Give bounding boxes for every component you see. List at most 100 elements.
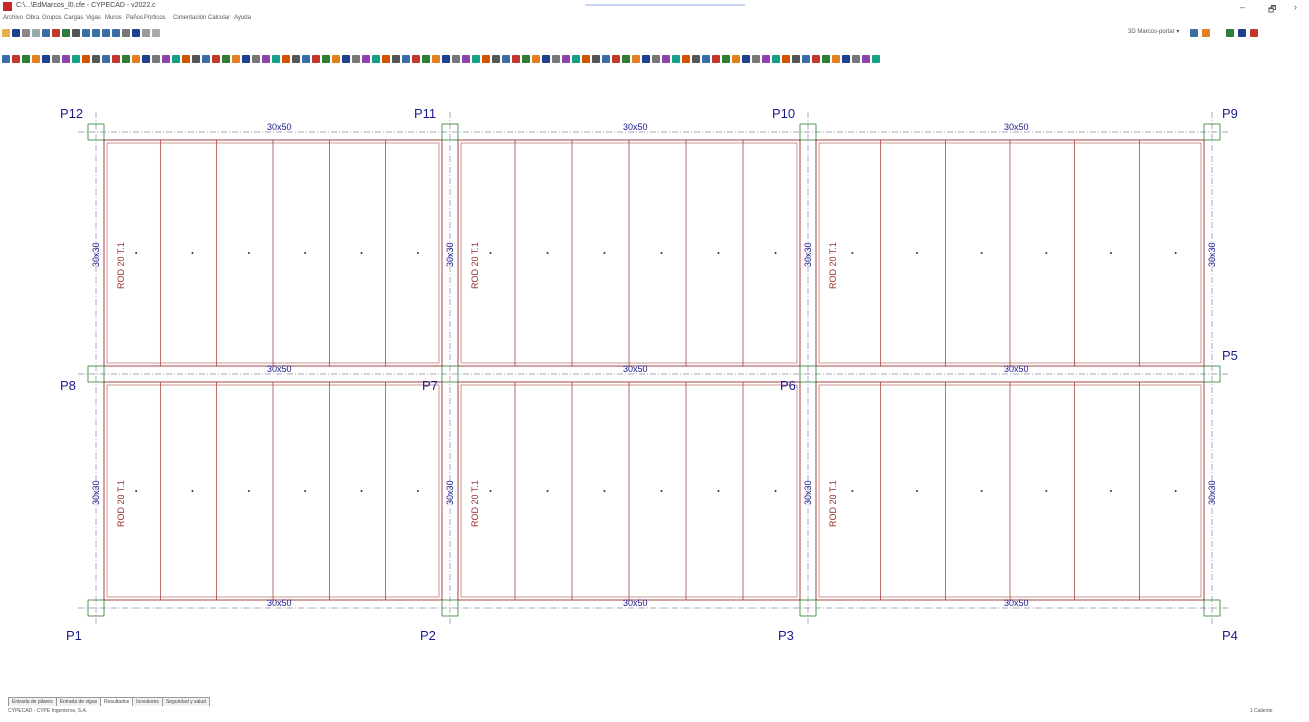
tool-icon[interactable] [32, 55, 40, 63]
tool-icon[interactable] [852, 55, 860, 63]
tool-icon[interactable] [422, 55, 430, 63]
tool-icon[interactable] [102, 55, 110, 63]
menu-obra[interactable]: Obra [26, 15, 39, 21]
render-icon[interactable] [1202, 29, 1210, 37]
layers-icon[interactable] [132, 29, 140, 37]
tool-icon[interactable] [272, 55, 280, 63]
tool-icon[interactable] [362, 55, 370, 63]
tool-icon[interactable] [792, 55, 800, 63]
pan-icon[interactable] [112, 29, 120, 37]
tool-icon[interactable] [342, 55, 350, 63]
arrow-up-icon[interactable] [62, 29, 70, 37]
tool-icon[interactable] [752, 55, 760, 63]
tool-icon[interactable] [692, 55, 700, 63]
tool-icon[interactable] [152, 55, 160, 63]
settings-icon[interactable] [1250, 29, 1258, 37]
menu-vigas[interactable]: Vigas [86, 15, 101, 21]
tool-icon[interactable] [672, 55, 680, 63]
tool-icon[interactable] [482, 55, 490, 63]
menu-cimentacion[interactable]: Cimentación [173, 15, 206, 21]
tool-icon[interactable] [462, 55, 470, 63]
tool-icon[interactable] [492, 55, 500, 63]
tab-entrada-vigas[interactable]: Entrada de vigas [55, 697, 102, 706]
menu-archivo[interactable]: Archivo [3, 15, 23, 21]
tool-icon[interactable] [222, 55, 230, 63]
tab-resultados[interactable]: Resultados [100, 697, 134, 706]
zoom-window-icon[interactable] [92, 29, 100, 37]
tool-icon[interactable] [372, 55, 380, 63]
tool-icon[interactable] [622, 55, 630, 63]
tool-icon[interactable] [192, 55, 200, 63]
tool-icon[interactable] [682, 55, 690, 63]
redo-icon[interactable] [32, 29, 40, 37]
tool-icon[interactable] [472, 55, 480, 63]
tool-icon[interactable] [382, 55, 390, 63]
tool-icon[interactable] [42, 55, 50, 63]
tool-icon[interactable] [132, 55, 140, 63]
tool-icon[interactable] [612, 55, 620, 63]
tool-icon[interactable] [702, 55, 710, 63]
tool-icon[interactable] [212, 55, 220, 63]
tool-icon[interactable] [662, 55, 670, 63]
tool-icon[interactable] [252, 55, 260, 63]
arrow-down-icon[interactable] [72, 29, 80, 37]
tool-icon[interactable] [142, 55, 150, 63]
refresh-icon[interactable] [122, 29, 130, 37]
tool-icon[interactable] [762, 55, 770, 63]
menu-muros[interactable]: Muros [105, 15, 122, 21]
tool-icon[interactable] [312, 55, 320, 63]
tool-icon[interactable] [822, 55, 830, 63]
tool-icon[interactable] [52, 55, 60, 63]
menu-porticos[interactable]: Pórticos [144, 15, 166, 21]
tool-icon[interactable] [242, 55, 250, 63]
options-icon[interactable] [1238, 29, 1246, 37]
tool-icon[interactable] [402, 55, 410, 63]
undo-icon[interactable] [22, 29, 30, 37]
tool-icon[interactable] [2, 55, 10, 63]
tool-icon[interactable] [82, 55, 90, 63]
view-select[interactable]: 3D Marcos-portar ▾ [1128, 28, 1179, 35]
tool-icon[interactable] [522, 55, 530, 63]
tool-icon[interactable] [552, 55, 560, 63]
tool-icon[interactable] [832, 55, 840, 63]
home-icon[interactable] [52, 29, 60, 37]
tool-icon[interactable] [712, 55, 720, 63]
more-button[interactable]: › [1294, 2, 1297, 12]
tool-icon[interactable] [92, 55, 100, 63]
tool-icon[interactable] [732, 55, 740, 63]
tool-icon[interactable] [802, 55, 810, 63]
tool-icon[interactable] [722, 55, 730, 63]
tool-icon[interactable] [12, 55, 20, 63]
tool-icon[interactable] [432, 55, 440, 63]
tool-icon[interactable] [112, 55, 120, 63]
tool-icon[interactable] [262, 55, 270, 63]
tool-icon[interactable] [412, 55, 420, 63]
grid-toggle-icon[interactable] [1226, 29, 1234, 37]
menu-ayuda[interactable]: Ayuda [234, 15, 251, 21]
tool-icon[interactable] [572, 55, 580, 63]
tool-icon[interactable] [122, 55, 130, 63]
tool-icon[interactable] [632, 55, 640, 63]
tool-icon[interactable] [352, 55, 360, 63]
tool-icon[interactable] [512, 55, 520, 63]
zoom-icon[interactable] [82, 29, 90, 37]
tool-icon[interactable] [592, 55, 600, 63]
snap-icon[interactable] [142, 29, 150, 37]
tool-icon[interactable] [172, 55, 180, 63]
tool-icon[interactable] [652, 55, 660, 63]
tool-icon[interactable] [322, 55, 330, 63]
tool-icon[interactable] [392, 55, 400, 63]
tab-isovalores[interactable]: Isovalores [132, 697, 163, 706]
tab-entrada-pilares[interactable]: Entrada de pilares [8, 697, 57, 706]
tool-icon[interactable] [502, 55, 510, 63]
menu-cargas[interactable]: Cargas [64, 15, 83, 21]
tool-icon[interactable] [872, 55, 880, 63]
tool-icon[interactable] [332, 55, 340, 63]
grid-icon[interactable] [42, 29, 50, 37]
tool-icon[interactable] [22, 55, 30, 63]
tool-icon[interactable] [282, 55, 290, 63]
tool-icon[interactable] [742, 55, 750, 63]
tool-icon[interactable] [182, 55, 190, 63]
tool-icon[interactable] [232, 55, 240, 63]
tool-icon[interactable] [602, 55, 610, 63]
